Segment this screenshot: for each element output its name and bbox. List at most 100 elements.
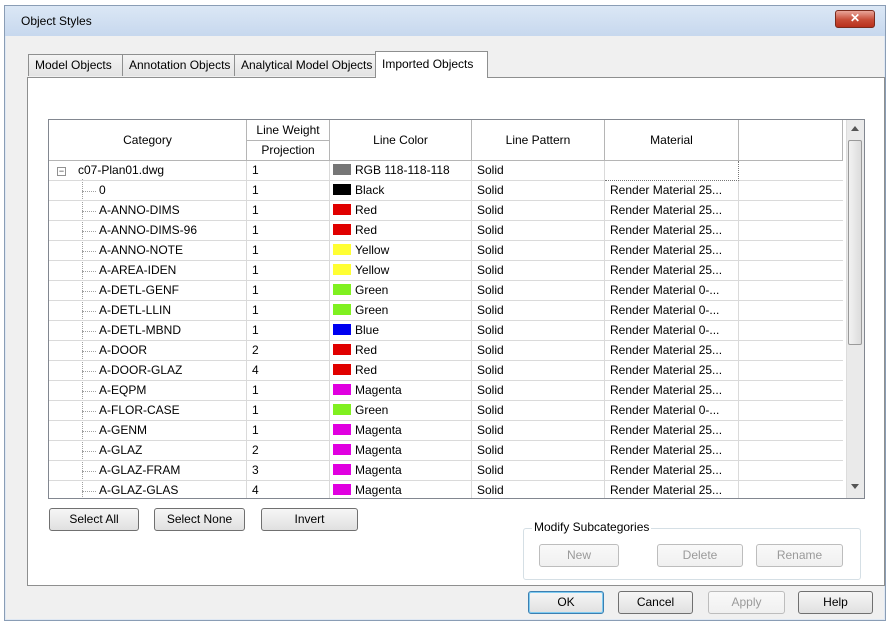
- select-none-button[interactable]: Select None: [154, 508, 245, 531]
- line-weight-cell[interactable]: 1: [247, 321, 330, 341]
- object-styles-grid[interactable]: Category Line Weight Projection Line Col…: [48, 119, 865, 499]
- line-pattern-cell[interactable]: Solid: [472, 181, 605, 201]
- line-color-cell[interactable]: Magenta: [330, 381, 472, 401]
- category-cell[interactable]: 0: [49, 181, 247, 201]
- scroll-up-icon[interactable]: [851, 126, 859, 131]
- table-row[interactable]: A-DOOR 2 Red Solid Render Material 25...: [49, 341, 843, 361]
- line-color-cell[interactable]: Blue: [330, 321, 472, 341]
- table-row[interactable]: A-ANNO-NOTE 1 Yellow Solid Render Material 2…: [49, 241, 843, 261]
- line-weight-cell[interactable]: 1: [247, 221, 330, 241]
- line-color-cell[interactable]: Yellow: [330, 241, 472, 261]
- material-cell[interactable]: Render Material 25...: [605, 201, 739, 221]
- invert-button[interactable]: Invert: [261, 508, 358, 531]
- line-weight-cell[interactable]: 4: [247, 361, 330, 381]
- line-weight-cell[interactable]: 1: [247, 161, 330, 181]
- line-weight-cell[interactable]: 2: [247, 441, 330, 461]
- line-pattern-cell[interactable]: Solid: [472, 481, 605, 498]
- table-row[interactable]: A-DOOR-GLAZ 4 Red Solid Render Material 25..…: [49, 361, 843, 381]
- line-color-cell[interactable]: Magenta: [330, 461, 472, 481]
- line-color-cell[interactable]: Red: [330, 341, 472, 361]
- header-line-pattern[interactable]: Line Pattern: [472, 120, 605, 161]
- table-row[interactable]: A-EQPM 1 Magenta Solid Render Material 25...: [49, 381, 843, 401]
- table-row[interactable]: A-DETL-MBND 1 Blue Solid Render Material 0-.…: [49, 321, 843, 341]
- new-button[interactable]: New: [539, 544, 619, 567]
- table-row[interactable]: A-GLAZ-FRAM 3 Magenta Solid Render Material …: [49, 461, 843, 481]
- help-button[interactable]: Help: [798, 591, 873, 614]
- line-color-cell[interactable]: Magenta: [330, 481, 472, 498]
- table-row[interactable]: A-DETL-GENF 1 Green Solid Render Material 0-…: [49, 281, 843, 301]
- material-cell[interactable]: Render Material 25...: [605, 181, 739, 201]
- tree-parent-row[interactable]: − c07-Plan01.dwg 1 RGB 118-118-118 Solid: [49, 161, 843, 181]
- line-color-cell[interactable]: Yellow: [330, 261, 472, 281]
- line-color-cell[interactable]: Magenta: [330, 441, 472, 461]
- line-pattern-cell[interactable]: Solid: [472, 221, 605, 241]
- tab-imported-objects[interactable]: Imported Objects: [375, 51, 488, 78]
- line-pattern-cell[interactable]: Solid: [472, 361, 605, 381]
- table-row[interactable]: 0 1 Black Solid Render Material 25...: [49, 181, 843, 201]
- category-cell[interactable]: A-FLOR-CASE: [49, 401, 247, 421]
- line-pattern-cell[interactable]: Solid: [472, 441, 605, 461]
- category-cell[interactable]: A-ANNO-NOTE: [49, 241, 247, 261]
- scroll-thumb[interactable]: [848, 140, 862, 345]
- line-weight-cell[interactable]: 1: [247, 241, 330, 261]
- line-color-cell[interactable]: Green: [330, 281, 472, 301]
- select-all-button[interactable]: Select All: [49, 508, 139, 531]
- category-cell[interactable]: A-EQPM: [49, 381, 247, 401]
- category-cell[interactable]: A-ANNO-DIMS-96: [49, 221, 247, 241]
- line-color-cell[interactable]: Red: [330, 221, 472, 241]
- line-color-cell[interactable]: Magenta: [330, 421, 472, 441]
- material-cell[interactable]: Render Material 25...: [605, 381, 739, 401]
- line-weight-cell[interactable]: 2: [247, 341, 330, 361]
- line-color-cell[interactable]: Green: [330, 401, 472, 421]
- cancel-button[interactable]: Cancel: [618, 591, 693, 614]
- line-color-cell[interactable]: Black: [330, 181, 472, 201]
- line-weight-cell[interactable]: 1: [247, 201, 330, 221]
- line-color-cell[interactable]: RGB 118-118-118: [330, 161, 472, 181]
- material-cell[interactable]: Render Material 25...: [605, 241, 739, 261]
- category-cell[interactable]: A-GLAZ-FRAM: [49, 461, 247, 481]
- header-material[interactable]: Material: [605, 120, 739, 161]
- collapse-icon[interactable]: −: [57, 167, 66, 176]
- line-pattern-cell[interactable]: Solid: [472, 281, 605, 301]
- category-cell[interactable]: A-DETL-GENF: [49, 281, 247, 301]
- apply-button[interactable]: Apply: [708, 591, 785, 614]
- material-cell[interactable]: Render Material 0-...: [605, 281, 739, 301]
- tab-analytical-model-objects[interactable]: Analytical Model Objects: [234, 54, 376, 76]
- header-line-weight[interactable]: Line Weight: [247, 120, 330, 141]
- line-color-cell[interactable]: Red: [330, 201, 472, 221]
- table-row[interactable]: A-GLAZ-GLAS 4 Magenta Solid Render Material …: [49, 481, 843, 498]
- material-cell[interactable]: Render Material 25...: [605, 261, 739, 281]
- category-cell[interactable]: A-AREA-IDEN: [49, 261, 247, 281]
- category-cell[interactable]: A-GLAZ-GLAS: [49, 481, 247, 498]
- category-cell[interactable]: A-DETL-MBND: [49, 321, 247, 341]
- close-icon[interactable]: ✕: [835, 10, 875, 28]
- category-cell[interactable]: A-ANNO-DIMS: [49, 201, 247, 221]
- line-pattern-cell[interactable]: Solid: [472, 241, 605, 261]
- line-pattern-cell[interactable]: Solid: [472, 161, 605, 181]
- material-cell[interactable]: Render Material 0-...: [605, 401, 739, 421]
- line-weight-cell[interactable]: 1: [247, 181, 330, 201]
- header-category[interactable]: Category: [49, 120, 247, 161]
- table-row[interactable]: A-GLAZ 2 Magenta Solid Render Material 25...: [49, 441, 843, 461]
- line-weight-cell[interactable]: 1: [247, 421, 330, 441]
- ok-button[interactable]: OK: [528, 591, 604, 614]
- line-weight-cell[interactable]: 1: [247, 281, 330, 301]
- line-color-cell[interactable]: Red: [330, 361, 472, 381]
- material-cell[interactable]: Render Material 0-...: [605, 321, 739, 341]
- material-cell[interactable]: Render Material 25...: [605, 461, 739, 481]
- line-weight-cell[interactable]: 3: [247, 461, 330, 481]
- rename-button[interactable]: Rename: [756, 544, 843, 567]
- line-pattern-cell[interactable]: Solid: [472, 201, 605, 221]
- scroll-down-icon[interactable]: [851, 484, 859, 489]
- category-cell[interactable]: A-DOOR-GLAZ: [49, 361, 247, 381]
- line-pattern-cell[interactable]: Solid: [472, 261, 605, 281]
- table-row[interactable]: A-DETL-LLIN 1 Green Solid Render Material 0-…: [49, 301, 843, 321]
- material-cell[interactable]: Render Material 25...: [605, 441, 739, 461]
- category-cell[interactable]: A-GLAZ: [49, 441, 247, 461]
- table-row[interactable]: A-FLOR-CASE 1 Green Solid Render Material 0-…: [49, 401, 843, 421]
- line-weight-cell[interactable]: 1: [247, 401, 330, 421]
- material-cell[interactable]: Render Material 25...: [605, 421, 739, 441]
- line-pattern-cell[interactable]: Solid: [472, 381, 605, 401]
- vertical-scrollbar[interactable]: [846, 120, 864, 498]
- delete-button[interactable]: Delete: [657, 544, 743, 567]
